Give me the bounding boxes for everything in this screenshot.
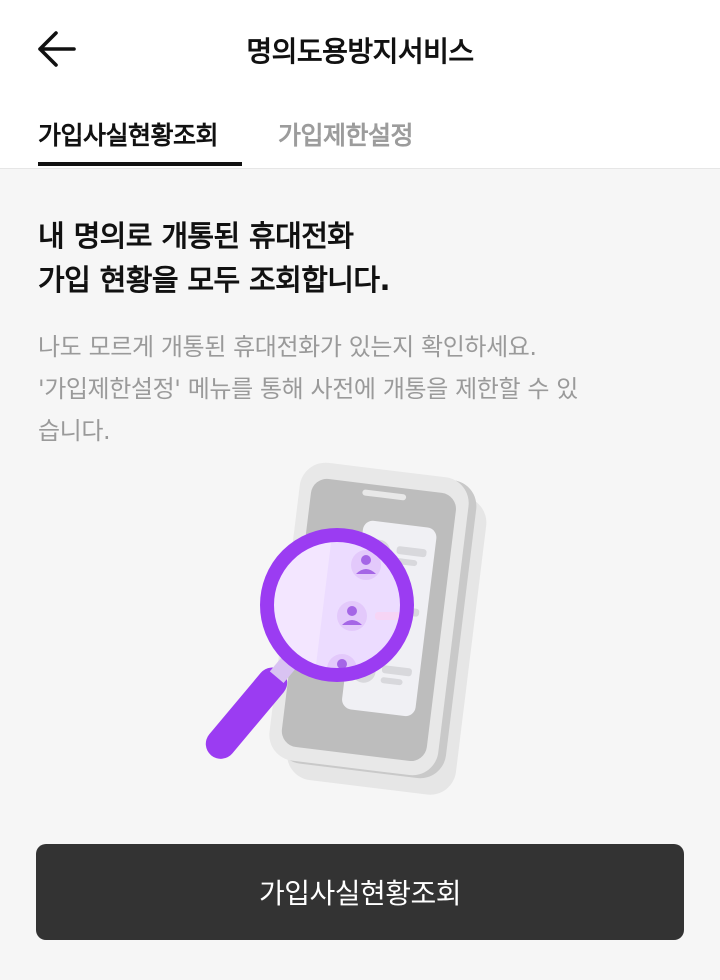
tab-bar: 가입사실현황조회 가입제한설정 (0, 96, 720, 169)
headline-line-1: 내 명의로 개통된 휴대전화 (38, 219, 354, 253)
phone-magnifier-illustration (170, 450, 550, 820)
description-line-3: 습니다. (38, 417, 111, 445)
app-header: 명의도용방지서비스 (0, 0, 720, 96)
headline-line-2: 가입 현황을 모두 조회합니다. (38, 263, 390, 297)
check-subscription-status-button[interactable]: 가입사실현황조회 (36, 844, 684, 940)
tab-subscription-restriction[interactable]: 가입제한설정 (278, 116, 414, 152)
active-tab-indicator (38, 162, 242, 166)
description-line-1: 나도 모르게 개통된 휴대전화가 있는지 확인하세요. (38, 333, 537, 361)
page-title: 명의도용방지서비스 (246, 35, 474, 68)
description-line-2: '가입제한설정' 메뉴를 통해 사전에 개통을 제한할 수 있 (38, 375, 578, 403)
person-icon (337, 601, 367, 631)
tab-subscription-status[interactable]: 가입사실현황조회 (38, 116, 219, 152)
headline: 내 명의로 개통된 휴대전화 가입 현황을 모두 조회합니다. (38, 214, 678, 302)
description: 나도 모르게 개통된 휴대전화가 있는지 확인하세요. '가입제한설정' 메뉴를… (38, 326, 678, 452)
